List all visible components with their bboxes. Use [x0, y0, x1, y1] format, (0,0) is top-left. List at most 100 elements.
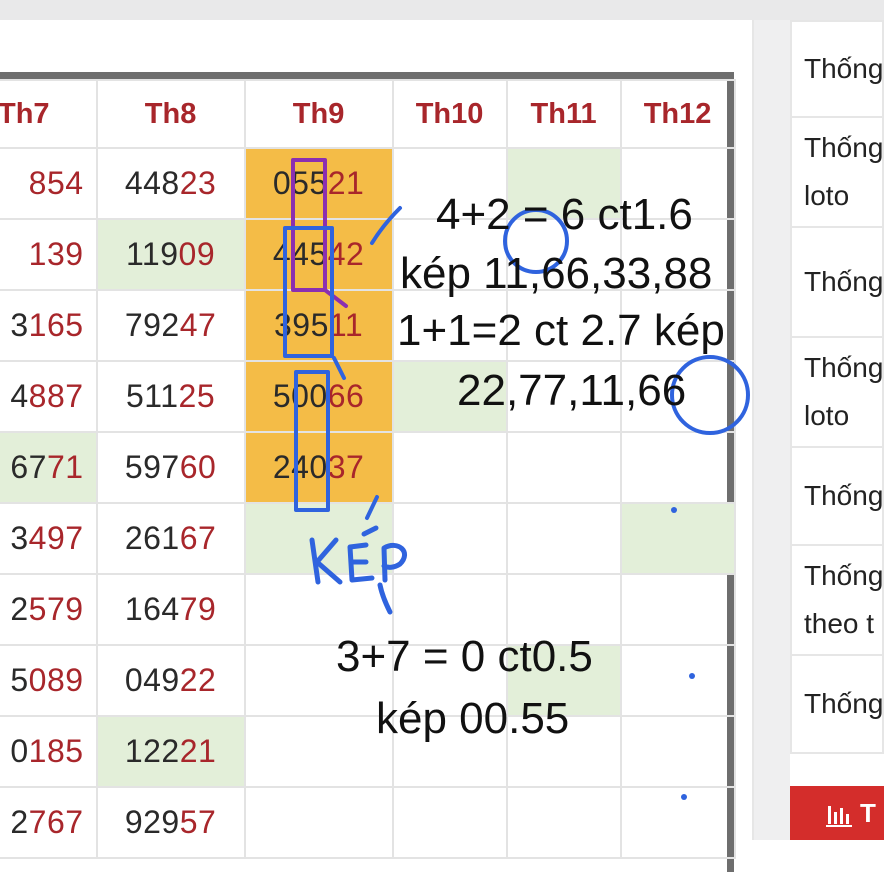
- column-header: Th7: [0, 79, 98, 149]
- result-digits-plain: 240: [272, 449, 328, 485]
- annotation-note-3: 1+1=2 ct 2.7 kép: [397, 306, 725, 355]
- result-cell: [619, 502, 736, 575]
- result-digits-red: 579: [28, 591, 84, 627]
- result-cell: 92957: [95, 786, 246, 859]
- result-cell: [505, 502, 622, 575]
- result-cell: 04922: [95, 644, 246, 717]
- result-digits-red: 47: [179, 307, 217, 343]
- stats-button[interactable]: T: [790, 786, 884, 840]
- result-cell: [619, 644, 736, 717]
- table-row: 2767 92957: [0, 786, 736, 859]
- result-cell: 854: [0, 147, 98, 220]
- sidebar-item-label: loto: [804, 180, 850, 211]
- top-bar: [0, 0, 884, 20]
- result-digits-plain: 055: [272, 165, 328, 201]
- annotation-note-7: kép 00.55: [376, 694, 570, 743]
- result-cell: 6771: [0, 431, 98, 504]
- result-digits-plain: 792: [124, 307, 180, 343]
- result-digits-plain: 164: [124, 591, 180, 627]
- result-cell: 5089: [0, 644, 98, 717]
- sidebar-stats-list: Thống Thống loto Thống Thống loto Thống Thống th…: [790, 20, 884, 754]
- result-digits-red: 09: [178, 236, 216, 272]
- result-cell: 3165: [0, 289, 98, 362]
- result-cell: [619, 715, 736, 788]
- result-cell: [391, 502, 508, 575]
- table-row: 0185 12221: [0, 715, 736, 788]
- result-digits-plain: 445: [272, 236, 328, 272]
- result-digits-plain: 2: [10, 591, 29, 627]
- result-cell: 51125: [95, 360, 246, 433]
- result-digits-red: 165: [28, 307, 84, 343]
- result-cell: [505, 786, 622, 859]
- annotation-note-6: 3+7 = 0 ct0.5: [336, 632, 593, 681]
- sidebar-item[interactable]: Thống loto: [790, 338, 884, 448]
- result-cell: 39511: [243, 289, 394, 362]
- sidebar-item[interactable]: Thống: [790, 448, 884, 546]
- panel-gutter: [754, 20, 790, 840]
- result-cell: [619, 786, 736, 859]
- result-digits-plain: 4: [10, 378, 29, 414]
- sidebar-item[interactable]: Thống: [790, 656, 884, 754]
- result-cell: 0185: [0, 715, 98, 788]
- sidebar-item[interactable]: Thống loto: [790, 118, 884, 228]
- result-cell: 4887: [0, 360, 98, 433]
- result-digits-red: 60: [179, 449, 217, 485]
- result-digits-red: 854: [28, 165, 84, 201]
- result-digits-red: 767: [28, 804, 84, 840]
- result-digits-red: 57: [179, 804, 217, 840]
- result-digits-red: 67: [179, 520, 217, 556]
- result-digits-red: 42: [327, 236, 365, 272]
- result-digits-red: 23: [179, 165, 217, 201]
- result-digits-red: 71: [46, 449, 84, 485]
- result-cell: 3497: [0, 502, 98, 575]
- result-digits-plain: 049: [124, 662, 180, 698]
- sidebar-item-label: theo t: [804, 608, 875, 639]
- result-digits-red: 887: [28, 378, 84, 414]
- sidebar-item[interactable]: Thống: [790, 20, 884, 118]
- sidebar-item-label: Thống: [804, 132, 884, 163]
- result-digits-plain: 3: [10, 520, 29, 556]
- result-digits-plain: 929: [124, 804, 180, 840]
- result-digits-plain: 511: [126, 378, 179, 414]
- sidebar-item-label: Thống: [804, 560, 884, 591]
- annotation-note-1: 4+2 = 6 ct1.6: [436, 190, 693, 239]
- result-cell: [243, 502, 394, 575]
- result-digits-plain: 448: [124, 165, 180, 201]
- result-cell: [243, 715, 394, 788]
- sidebar-item-label: loto: [804, 400, 850, 431]
- result-digits-plain: 261: [124, 520, 180, 556]
- sidebar-item[interactable]: Thống: [790, 228, 884, 338]
- sidebar-item[interactable]: Thống theo t: [790, 546, 884, 656]
- result-cell: 12221: [95, 715, 246, 788]
- column-header: Th12: [619, 79, 736, 149]
- result-digits-red: 66: [327, 378, 365, 414]
- result-cell: [505, 431, 622, 504]
- column-header: Th11: [505, 79, 622, 149]
- result-cell: 05521: [243, 147, 394, 220]
- result-digits-plain: 597: [124, 449, 180, 485]
- result-digits-red: 25: [178, 378, 216, 414]
- result-cell: 2767: [0, 786, 98, 859]
- result-digits-plain: 2: [10, 804, 29, 840]
- result-digits-plain: 119: [126, 236, 179, 272]
- result-digits-red: 497: [28, 520, 84, 556]
- result-digits-red: 22: [179, 662, 217, 698]
- result-cell: 24037: [243, 431, 394, 504]
- result-digits-plain: 500: [272, 378, 328, 414]
- result-digits-red: 21: [179, 733, 217, 769]
- result-digits-red: 11: [328, 307, 364, 343]
- sidebar-item-label: Thống: [804, 352, 884, 383]
- sidebar-item-label: Thống: [804, 688, 884, 719]
- result-cell: 50066: [243, 360, 394, 433]
- result-digits-plain: 67: [10, 449, 47, 485]
- result-cell: [619, 573, 736, 646]
- table-row: 6771 59760 24037: [0, 431, 736, 504]
- result-digits-red: 089: [28, 662, 84, 698]
- stats-button-label: T: [860, 798, 876, 828]
- table-row: 3497 26167: [0, 502, 736, 575]
- result-digits-plain: 5: [10, 662, 29, 698]
- result-cell: [243, 786, 394, 859]
- result-digits-red: 79: [179, 591, 217, 627]
- result-cell: [391, 431, 508, 504]
- column-header: Th9: [243, 79, 394, 149]
